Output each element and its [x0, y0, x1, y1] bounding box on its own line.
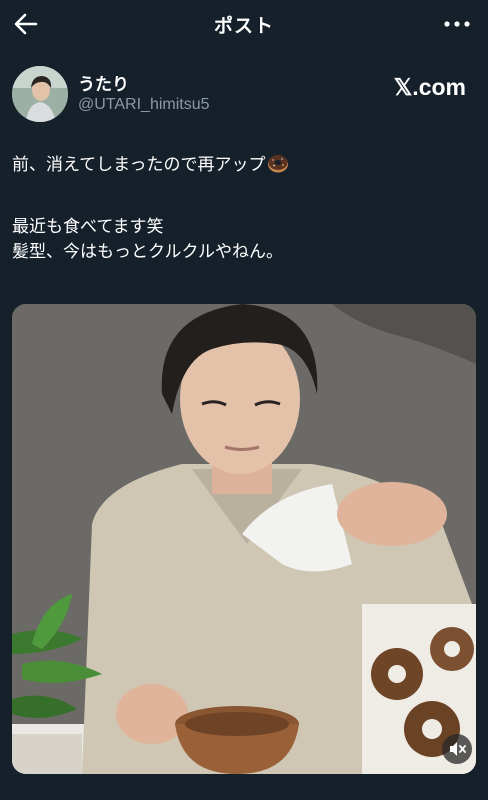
display-name[interactable]: うたり — [78, 70, 129, 95]
avatar-image — [12, 66, 68, 122]
x-com-badge: 𝕏.com — [393, 74, 466, 100]
page-title: ポスト — [213, 15, 274, 37]
top-bar: ポスト — [0, 0, 488, 48]
post-line: 前、消えてしまったので再アップ — [12, 152, 476, 178]
avatar[interactable] — [12, 66, 68, 122]
volume-muted-icon — [450, 742, 466, 756]
user-handle[interactable]: @UTARI_himitsu5 — [78, 96, 210, 114]
post-line-1: 前、消えてしまったので再アップ — [12, 155, 266, 175]
post-line-2: 最近も食べてます笑 — [12, 217, 164, 237]
post-video[interactable] — [12, 304, 476, 774]
post-line-3: 髪型、今はもっとクルクルやねん。 — [12, 242, 283, 262]
more-horizontal-icon[interactable] — [442, 12, 472, 36]
mute-button[interactable] — [442, 734, 472, 764]
video-frame — [12, 304, 476, 774]
post-author: うたり @UTARI_himitsu5 𝕏.com — [12, 64, 476, 124]
post-body: 前、消えてしまったので再アップ 最近も食べてます笑 髪型、今はもっとクルクルやね… — [12, 152, 476, 265]
doughnut-icon — [268, 155, 289, 173]
